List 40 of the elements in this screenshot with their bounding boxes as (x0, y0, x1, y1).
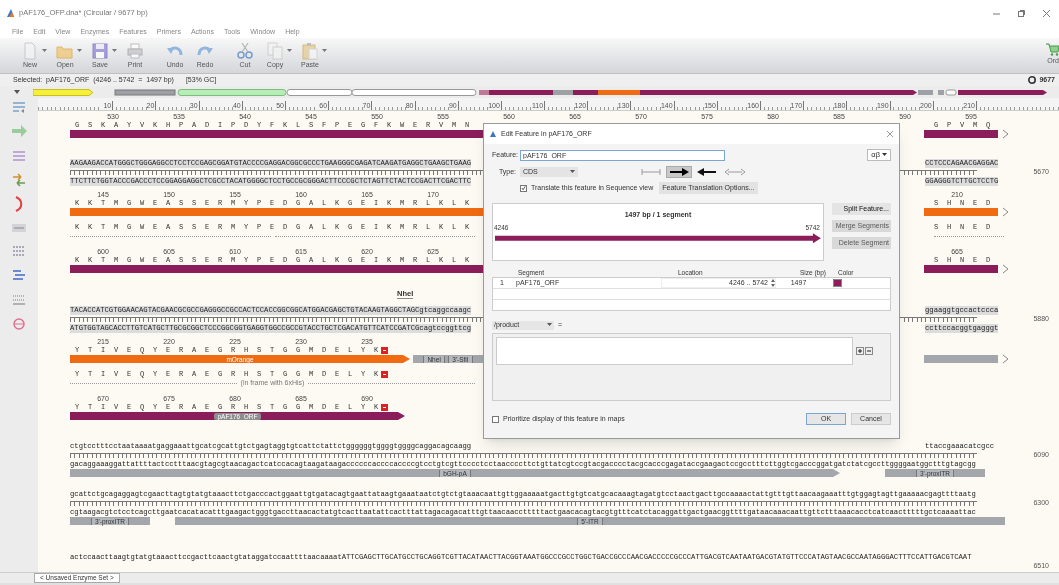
spinner-icon (771, 279, 775, 287)
lines-icon (11, 148, 27, 164)
direction-option[interactable] (666, 166, 692, 178)
save-icon (91, 42, 109, 60)
new-icon (21, 42, 39, 60)
cut-icon (236, 42, 254, 60)
app-logo-icon (6, 8, 15, 18)
qualifier-value-field[interactable] (496, 337, 853, 365)
close-icon (1042, 8, 1051, 18)
swap-arrows-icon (11, 172, 27, 188)
feature-bar[interactable] (924, 208, 998, 216)
dotted-lines-icon (11, 292, 27, 308)
copy-icon (266, 42, 284, 60)
feature-bar[interactable] (70, 265, 483, 273)
close-icon (886, 130, 894, 138)
print-icon (126, 42, 144, 60)
minus-icon (865, 347, 873, 355)
app-logo-icon (489, 130, 497, 138)
double-arrow-icon (724, 167, 746, 177)
paste-icon (301, 42, 319, 60)
dropdown-caret-icon (882, 153, 887, 157)
right-arrow-icon (668, 167, 690, 177)
left-arrow-icon (696, 167, 718, 177)
arrow-icon (11, 124, 27, 140)
cart-icon (1045, 42, 1059, 56)
numbering-icon (11, 100, 27, 116)
feature-bar[interactable] (70, 208, 483, 216)
color-swatch[interactable] (833, 279, 842, 287)
circle-icon (11, 316, 27, 332)
feature-bar[interactable] (924, 265, 998, 273)
restore-icon (1017, 8, 1026, 18)
circular-icon (1028, 76, 1037, 84)
dropdown-caret-icon (13, 90, 20, 94)
feature-bar[interactable] (924, 355, 998, 363)
feature-bar[interactable] (924, 130, 998, 138)
line-icon (640, 167, 662, 177)
plus-icon (856, 347, 864, 355)
dropdown-caret-icon (570, 170, 575, 174)
checkmark-icon (521, 185, 526, 191)
feature-bar[interactable] (70, 130, 483, 138)
